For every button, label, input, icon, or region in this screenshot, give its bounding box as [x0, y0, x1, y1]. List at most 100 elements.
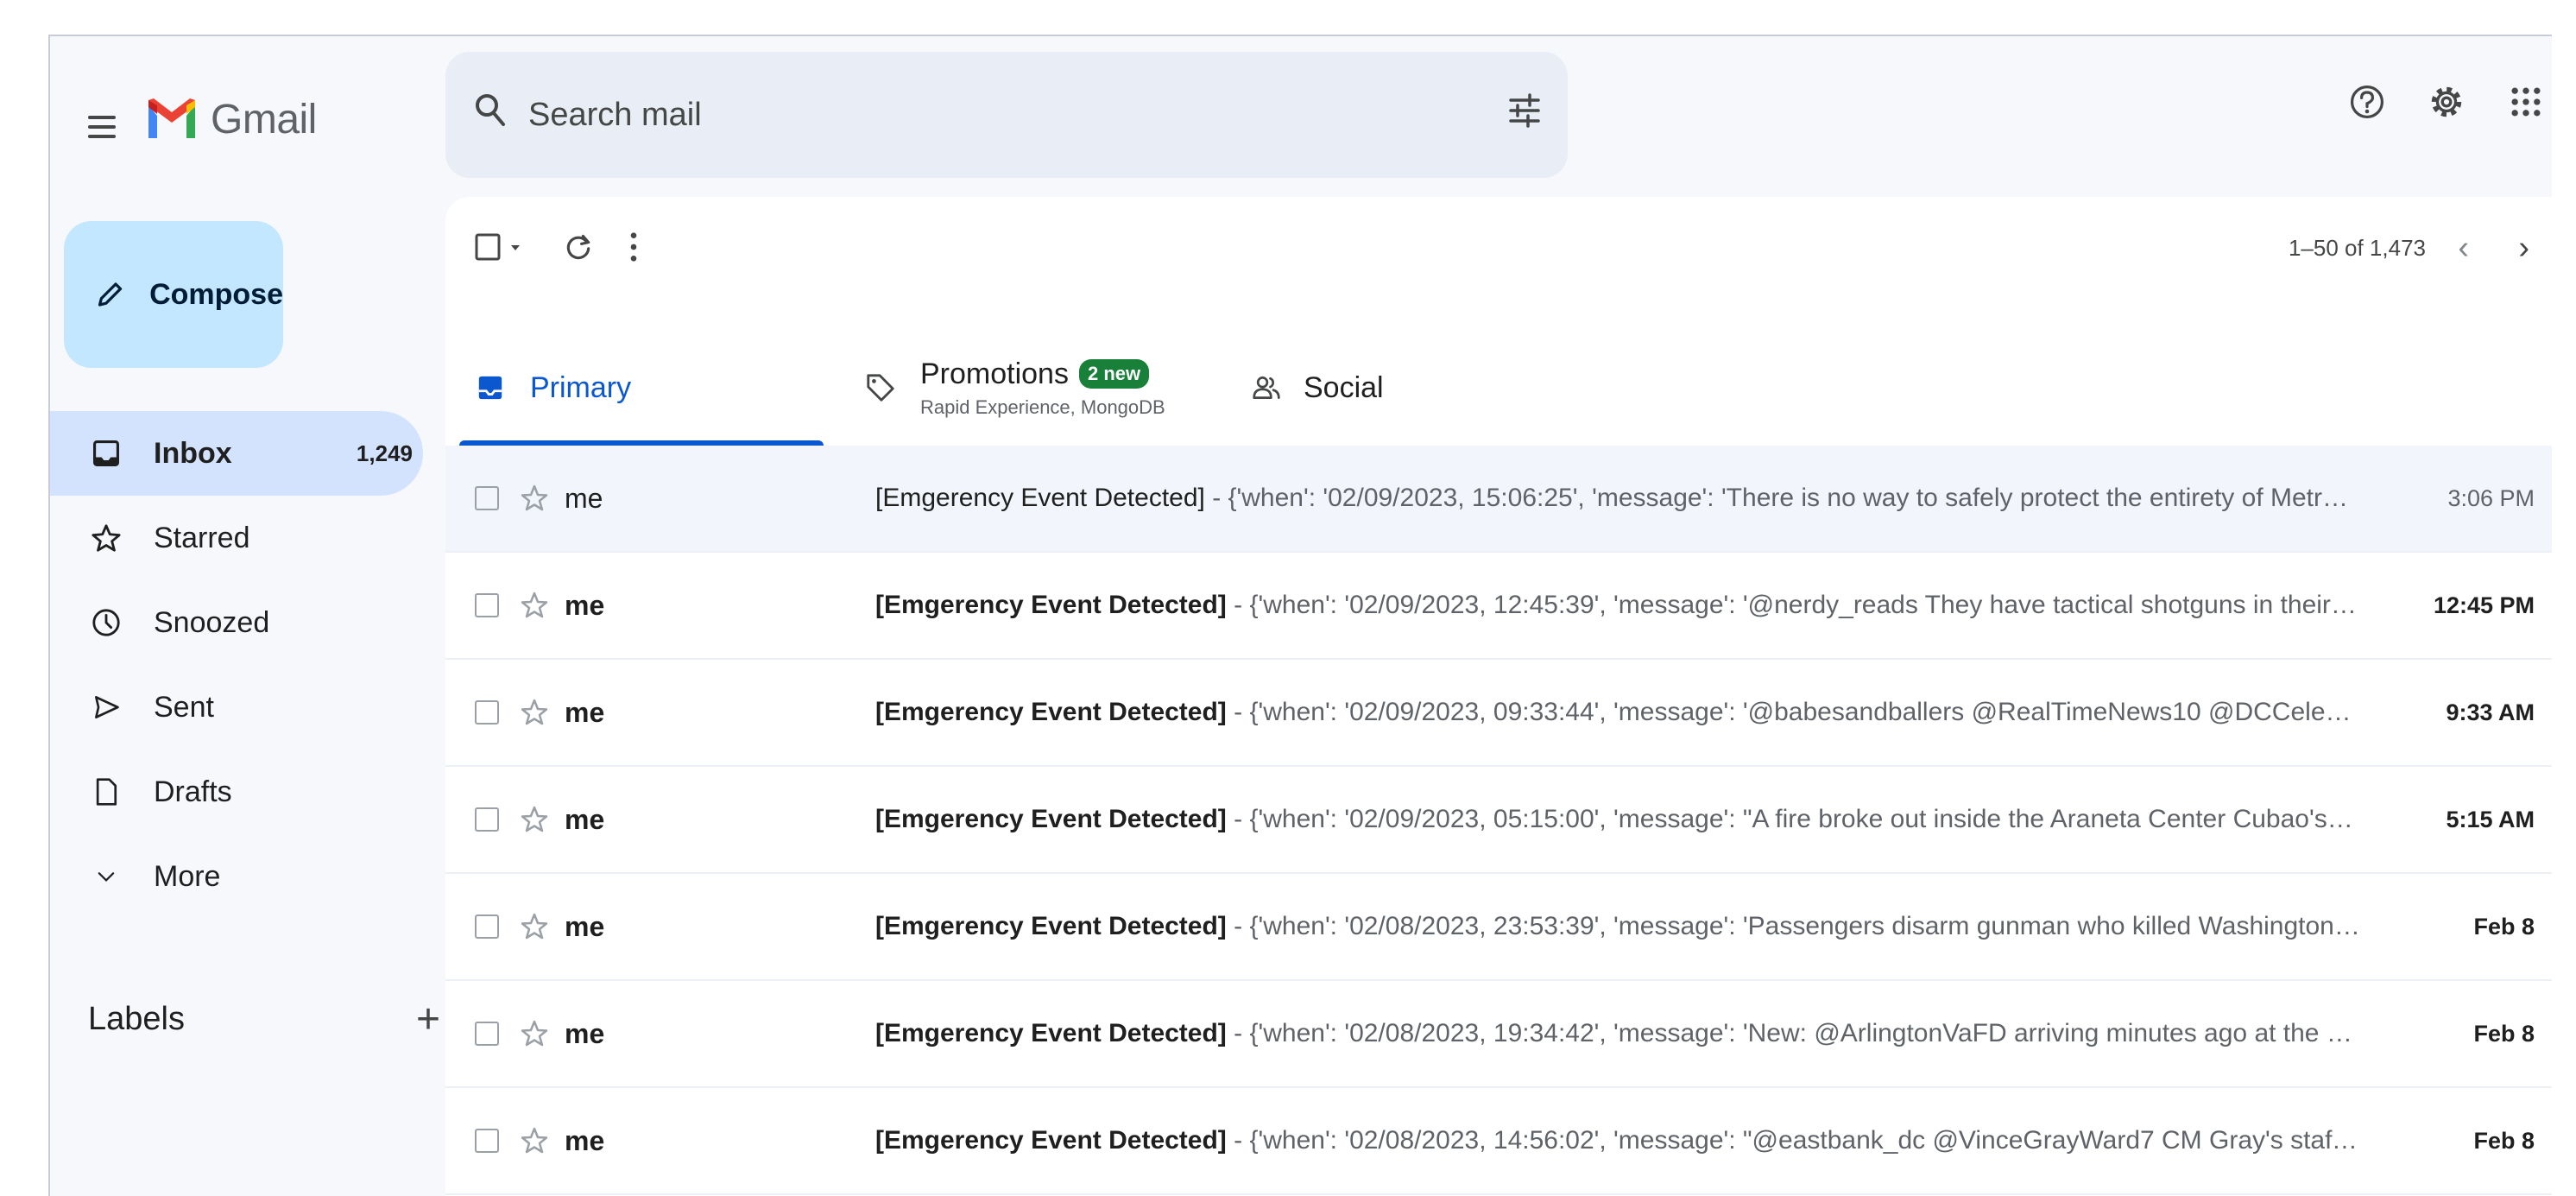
email-row[interactable]: me [Emgerency Event Detected] - {'when':…: [445, 660, 2552, 767]
apps-grid-icon[interactable]: [2505, 81, 2547, 123]
sidebar-item-label: Sent: [154, 690, 214, 724]
search-bar[interactable]: [445, 52, 1568, 178]
email-snippet: - {'when': '02/09/2023, 05:15:00', 'mess…: [1234, 805, 2360, 833]
star-icon[interactable]: [520, 805, 549, 834]
compose-button[interactable]: Compose: [64, 221, 283, 368]
star-icon[interactable]: [520, 484, 549, 513]
category-tabs: Primary Promotions 2 new Rapid Experienc…: [445, 330, 2552, 446]
sidebar-item-label: More: [154, 859, 221, 893]
tab-label: Promotions: [920, 357, 1069, 390]
star-icon[interactable]: [520, 1126, 549, 1155]
sidebar-item-more[interactable]: More: [50, 834, 423, 919]
sidebar-item-snoozed[interactable]: Snoozed: [50, 580, 423, 665]
email-row[interactable]: me [Emgerency Event Detected] - {'when':…: [445, 446, 2552, 553]
email-date: 5:15 AM: [2446, 806, 2535, 832]
mail-list-panel: 1–50 of 1,473 ‹ › Primary Promotions 2 n…: [445, 197, 2552, 1196]
email-row[interactable]: me [Emgerency Event Detected] - {'when':…: [445, 1088, 2552, 1195]
email-snippet: - {'when': '02/09/2023, 12:45:39', 'mess…: [1234, 591, 2360, 619]
search-options-icon[interactable]: [1506, 92, 1544, 130]
help-icon[interactable]: [2346, 81, 2388, 123]
email-sender: me: [565, 696, 605, 728]
email-row[interactable]: me [Emgerency Event Detected] - {'when':…: [445, 767, 2552, 874]
sidebar-item-drafts[interactable]: Drafts: [50, 750, 423, 834]
email-subject-line: [Emgerency Event Detected] - {'when': '0…: [875, 805, 2360, 834]
row-checkbox[interactable]: [475, 1129, 499, 1153]
email-subject-line: [Emgerency Event Detected] - {'when': '0…: [875, 1019, 2360, 1048]
email-subject: [Emgerency Event Detected]: [875, 1126, 1227, 1155]
sidebar-item-label: Drafts: [154, 775, 232, 808]
draft-icon: [90, 775, 123, 808]
star-icon[interactable]: [520, 698, 549, 727]
more-options-icon[interactable]: [628, 230, 639, 264]
star-icon: [90, 522, 123, 554]
app-name: Gmail: [211, 96, 317, 142]
sidebar-item-sent[interactable]: Sent: [50, 665, 423, 750]
row-checkbox[interactable]: [475, 807, 499, 832]
email-row[interactable]: me [Emgerency Event Detected] - {'when':…: [445, 874, 2552, 981]
gmail-logo[interactable]: Gmail: [145, 85, 317, 154]
email-date: 12:45 PM: [2433, 592, 2535, 618]
pencil-icon: [98, 282, 123, 307]
previous-page-button[interactable]: ‹: [2458, 230, 2469, 267]
email-row[interactable]: me [Emgerency Event Detected] - {'when':…: [445, 981, 2552, 1088]
email-sender: me: [565, 803, 605, 835]
next-page-button[interactable]: ›: [2518, 230, 2529, 267]
email-subject: [Emgerency Event Detected]: [875, 805, 1227, 833]
main-menu-icon[interactable]: [88, 116, 116, 138]
email-subject: [Emgerency Event Detected]: [875, 484, 1205, 512]
settings-gear-icon[interactable]: [2426, 81, 2467, 123]
email-date: Feb 8: [2473, 1127, 2535, 1154]
email-date: 9:33 AM: [2446, 699, 2535, 725]
email-snippet: - {'when': '02/08/2023, 19:34:42', 'mess…: [1234, 1019, 2360, 1047]
row-checkbox[interactable]: [475, 914, 499, 939]
search-icon[interactable]: [473, 92, 508, 130]
email-subject: [Emgerency Event Detected]: [875, 591, 1227, 619]
star-icon[interactable]: [520, 591, 549, 620]
tab-promotions[interactable]: Promotions 2 new Rapid Experience, Mongo…: [865, 330, 1245, 446]
search-input[interactable]: [528, 86, 1392, 143]
add-label-button[interactable]: +: [416, 996, 440, 1043]
email-sender: me: [565, 589, 605, 621]
email-row[interactable]: me [Emgerency Event Detected] - {'when':…: [445, 553, 2552, 660]
tab-social[interactable]: Social: [1252, 330, 1384, 446]
email-list: me [Emgerency Event Detected] - {'when':…: [445, 446, 2552, 1195]
email-sender: me: [565, 482, 603, 514]
email-snippet: - {'when': '02/08/2023, 14:56:02', 'mess…: [1234, 1126, 2360, 1155]
sidebar-item-starred[interactable]: Starred: [50, 496, 423, 580]
clock-icon: [90, 606, 123, 639]
list-toolbar: 1–50 of 1,473 ‹ ›: [445, 197, 2552, 294]
email-date: Feb 8: [2473, 1020, 2535, 1047]
email-subject-line: [Emgerency Event Detected] - {'when': '0…: [875, 1126, 2360, 1155]
email-subject: [Emgerency Event Detected]: [875, 698, 1227, 726]
email-subject-line: [Emgerency Event Detected] - {'when': '0…: [875, 484, 2360, 513]
inbox-icon: [478, 376, 502, 400]
labels-heading: Labels: [88, 1000, 185, 1037]
select-all-checkbox[interactable]: [475, 230, 527, 264]
sidebar-item-inbox[interactable]: Inbox 1,249: [50, 411, 423, 496]
header-actions: [2346, 81, 2552, 123]
row-checkbox[interactable]: [475, 486, 499, 510]
row-checkbox[interactable]: [475, 593, 499, 617]
row-checkbox[interactable]: [475, 700, 499, 725]
sidebar-item-label: Snoozed: [154, 605, 270, 639]
row-checkbox[interactable]: [475, 1022, 499, 1046]
gmail-window: Gmail Search mail Compose Inbox 1,249 St…: [48, 35, 2552, 1196]
email-date: 3:06 PM: [2447, 484, 2535, 511]
labels-section: Labels +: [88, 993, 459, 1045]
unread-count: 1,249: [356, 440, 413, 466]
email-subject-line: [Emgerency Event Detected] - {'when': '0…: [875, 698, 2360, 727]
sidebar-nav: Inbox 1,249 Starred Snoozed Sent Drafts …: [50, 411, 423, 919]
email-date: Feb 8: [2473, 913, 2535, 940]
new-count-badge: 2 new: [1078, 359, 1150, 389]
refresh-icon[interactable]: [563, 230, 594, 264]
tab-label: Primary: [530, 370, 632, 404]
tab-senders-preview: Rapid Experience, MongoDB: [920, 396, 1165, 418]
tab-primary[interactable]: Primary: [445, 330, 824, 446]
star-icon[interactable]: [520, 912, 549, 941]
email-sender: me: [565, 1017, 605, 1049]
email-snippet: - {'when': '02/09/2023, 09:33:44', 'mess…: [1234, 698, 2360, 726]
email-sender: me: [565, 1124, 605, 1156]
tag-icon: [867, 374, 894, 402]
email-subject: [Emgerency Event Detected]: [875, 912, 1227, 940]
star-icon[interactable]: [520, 1019, 549, 1048]
